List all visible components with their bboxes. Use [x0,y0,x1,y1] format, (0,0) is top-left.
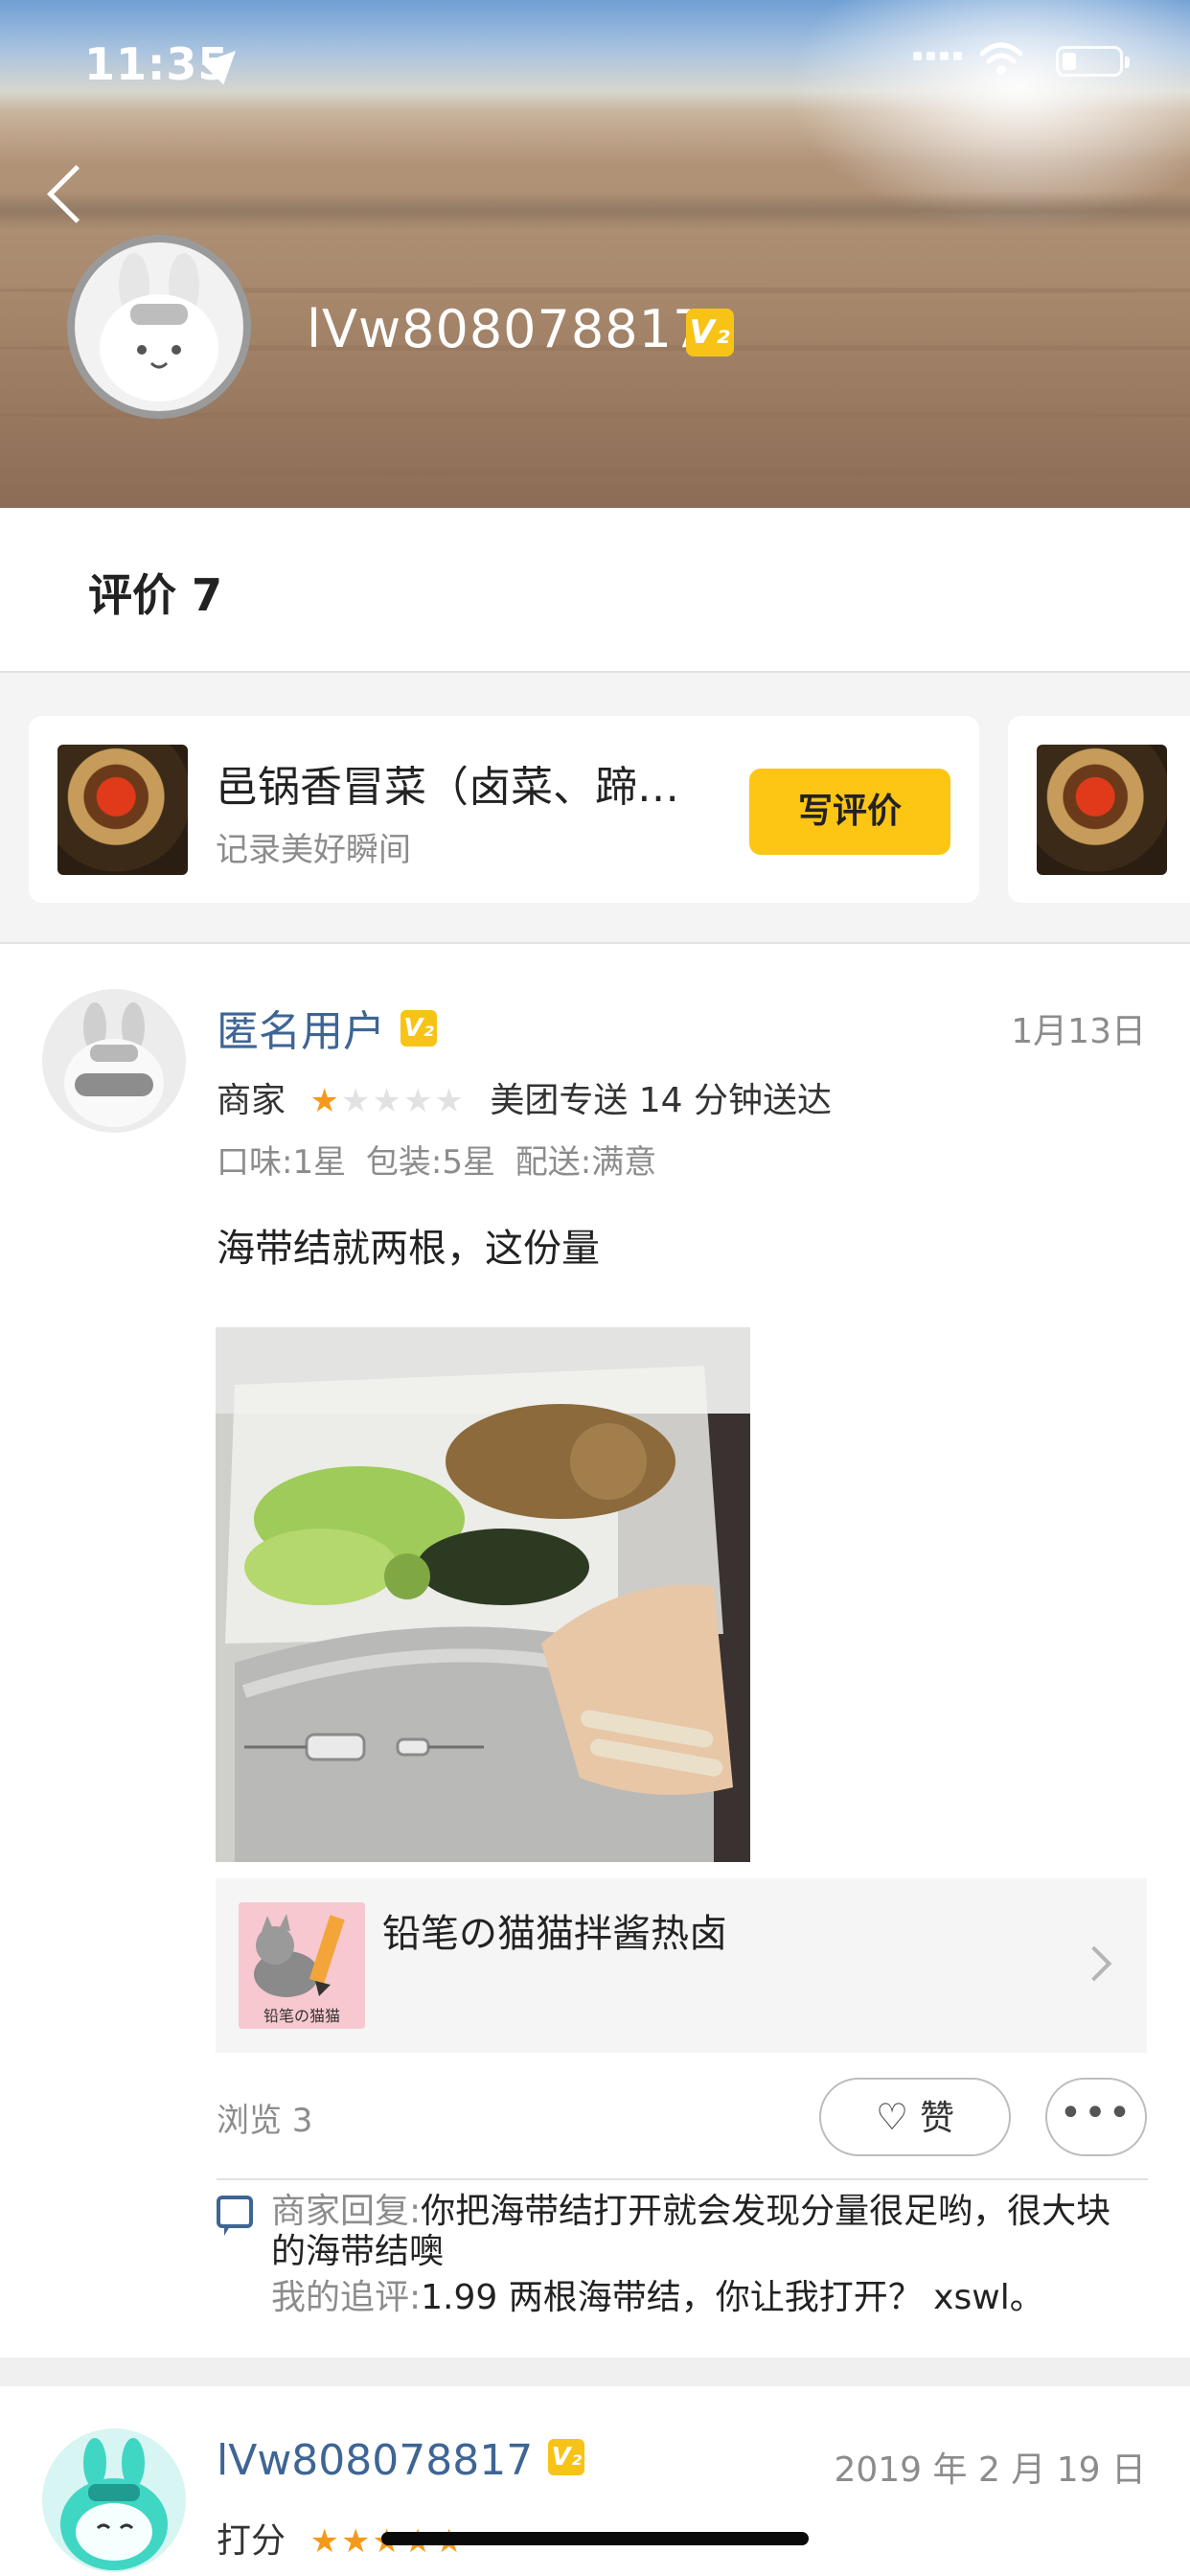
delivery-info: 美团专送 14 分钟送达 [490,1081,833,1120]
review-photo[interactable] [216,1327,750,1862]
vip-level-badge: V₂ [686,309,734,356]
avatar[interactable] [42,989,186,1133]
back-button[interactable] [38,158,96,225]
review-text: 海带结就两根，这份量 [217,1227,600,1271]
food-photo-illustration [216,1327,750,1862]
wifi-icon [980,42,1022,75]
merchant-star-rating: ★★★★★ [309,1082,466,1120]
cat-pencil-logo-icon: 铅笔の猫猫 [239,1902,365,2029]
green-bunny-avatar-icon [42,2428,186,2572]
section-gap [0,2358,1190,2386]
reviewer-name-text: 匿名用户 [217,1007,385,1056]
vip-level-badge: V₂ [400,1010,437,1046]
banner-horizon [0,192,1190,230]
dish-thumbnail [1037,745,1167,875]
tab-reviews[interactable]: 评价 7 [88,561,222,624]
reviewer-name-text: lVw808078817 [217,2436,534,2485]
vip-level-badge: V₂ [548,2439,585,2475]
logo-text: 铅笔の猫猫 [263,2007,340,2025]
write-review-carousel[interactable]: 邑锅香冒菜（卤菜、蹄… 记录美好瞬间 写评价 [0,673,1190,944]
review-date: 2019 年 2 月 19 日 [834,2450,1146,2490]
status-bar: 11:35 [0,0,1190,125]
shop-logo: 铅笔の猫猫 [239,1902,365,2029]
avatar[interactable] [67,235,251,419]
write-review-button[interactable]: 写评价 [749,769,950,855]
like-label: 赞 [920,2099,955,2138]
merchant-reply-label: 商家回复: [271,2192,422,2231]
dish-thumbnail [57,745,188,875]
review-item: lVw808078817V₂ 2019 年 2 月 19 日 打分 ★★★★★ [0,2386,1190,2576]
reviewer-name[interactable]: lVw808078817 V₂ [217,2436,585,2485]
followup-review: 我的追评:1.99 两根海带结，你让我打开？ xswl。 [271,2278,1133,2318]
followup-text: 1.99 两根海带结，你让我打开？ xswl。 [421,2278,1044,2317]
card-subtitle: 记录美好瞬间 [216,831,411,869]
chevron-right-icon [1076,1945,1112,1982]
anonymous-avatar-icon [42,989,186,1133]
review-date: 1月13日 [1011,1012,1146,1051]
heart-icon: ♡ [875,2096,909,2138]
battery-icon [1056,46,1130,77]
shop-title: 邑锅香冒菜（卤菜、蹄… [216,763,679,812]
tab-bar: 评价 7 [0,508,1190,673]
sub-ratings: 口味:1星 包装:5星 配送:满意 [217,1143,657,1182]
like-button[interactable]: ♡ 赞 [819,2078,1011,2156]
shop-name: 铅笔の猫猫拌酱热卤 [382,1912,727,1956]
avatar[interactable] [42,2428,186,2572]
merchant-reply: 商家回复:你把海带结打开就会发现分量很足哟，很大块的海带结噢 [271,2192,1133,2272]
review-item: 匿名用户 V₂ 1月13日 商家 ★★★★★ 美团专送 14 分钟送达 口味:1星… [0,944,1190,2358]
username-text: lVw808078817 [307,299,707,359]
merchant-rating-line: 商家 ★★★★★ 美团专送 14 分钟送达 [217,1072,832,1122]
profile-username: lVw808078817 V₂ [307,299,734,359]
comment-icon [217,2196,253,2236]
bunny-avatar-icon [100,253,218,402]
view-count: 浏览 3 [217,2102,313,2140]
shop-link[interactable]: 铅笔の猫猫 铅笔の猫猫拌酱热卤 [216,1878,1147,2053]
write-review-card[interactable]: 邑锅香冒菜（卤菜、蹄… 记录美好瞬间 写评价 [29,716,979,903]
ellipsis-icon: ••• [1059,2091,1133,2135]
home-indicator[interactable] [381,2532,809,2545]
banner-dune [0,470,1190,475]
reviewer-name[interactable]: 匿名用户 V₂ [217,997,437,1058]
divider [217,2178,1148,2180]
score-label: 打分 [217,2521,286,2561]
write-review-card-next[interactable] [1008,716,1190,903]
merchant-label: 商家 [217,1081,286,1120]
followup-label: 我的追评: [271,2278,422,2317]
cellular-signal-icon [913,52,962,60]
more-options-button[interactable]: ••• [1045,2078,1147,2156]
